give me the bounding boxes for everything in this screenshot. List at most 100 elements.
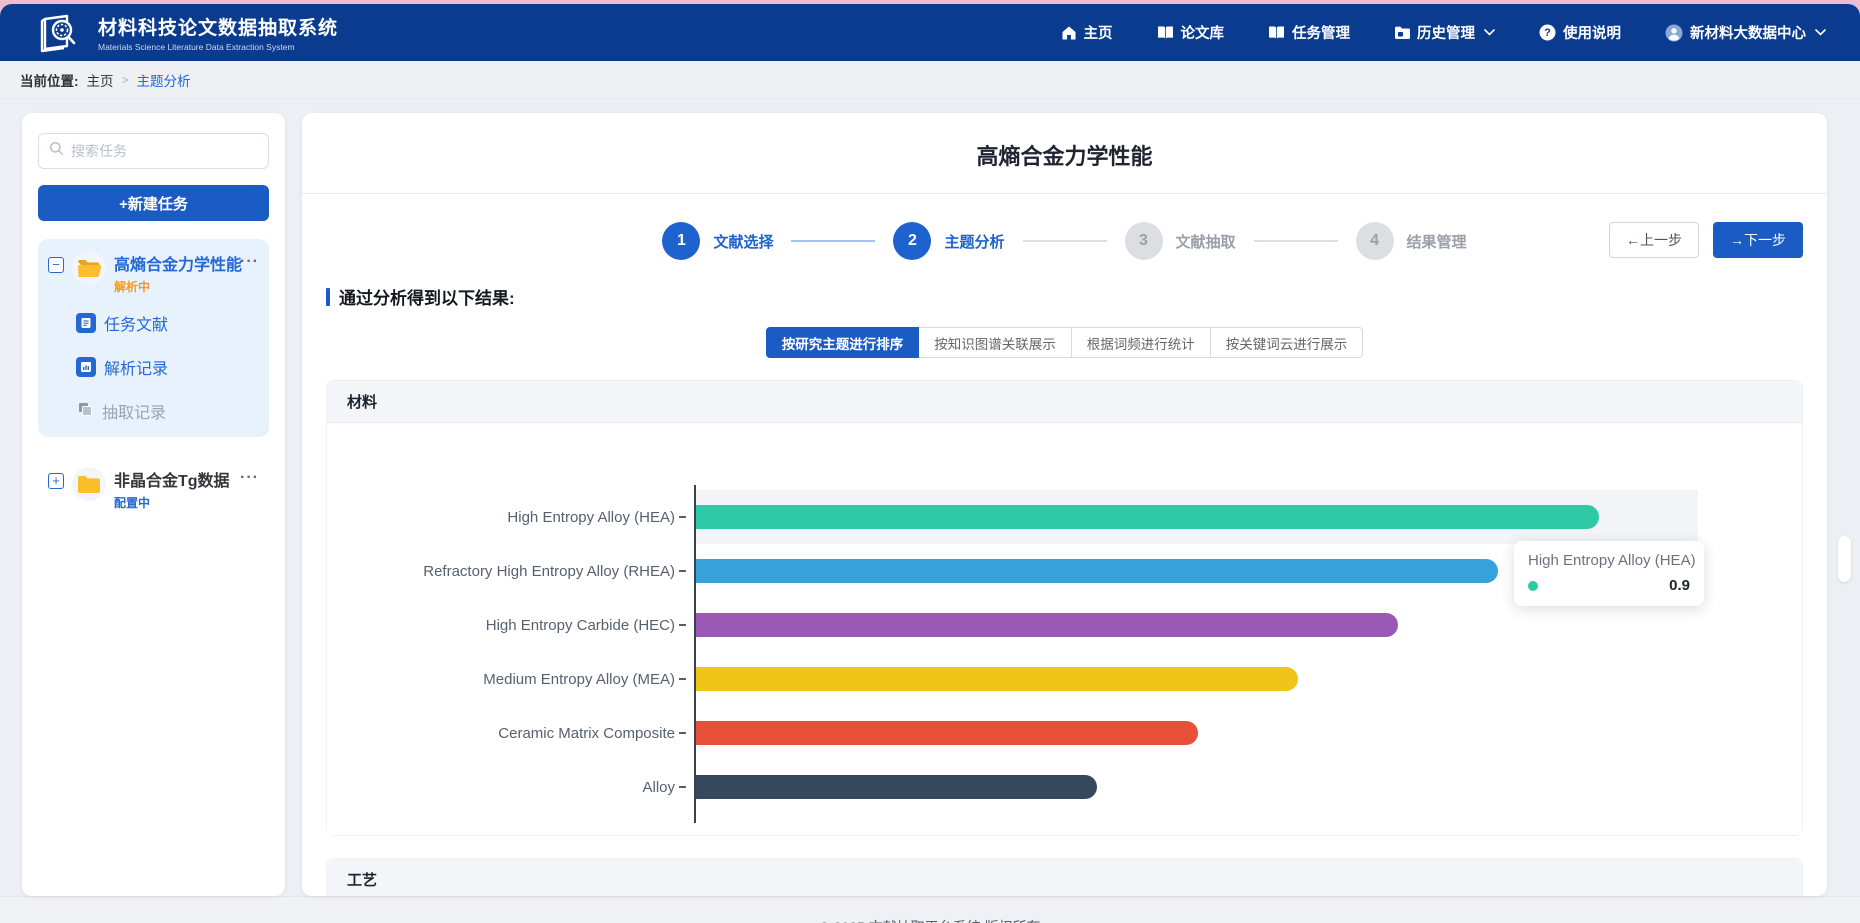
step-label: 主题分析 xyxy=(944,231,1004,252)
chevron-down-icon xyxy=(1815,29,1826,36)
nav-item-history[interactable]: 历史管理 xyxy=(1394,22,1495,43)
chart-tooltip: High Entropy Alloy (HEA) 0.9 xyxy=(1514,541,1704,606)
task-child-label: 解析记录 xyxy=(104,355,168,379)
tab-inactive[interactable]: 根据词频进行统计 xyxy=(1072,327,1211,358)
task-name[interactable]: 高熵合金力学性能 xyxy=(114,251,232,275)
nav-item-home[interactable]: 主页 xyxy=(1061,22,1113,43)
step-connector xyxy=(791,240,875,242)
stepper-row: 1文献选择2主题分析3文献抽取4结果管理 ←上一步 →下一步 xyxy=(326,208,1803,274)
step-connector xyxy=(1254,240,1338,242)
content-area: +新建任务 − 高熵合金力学性能解析中 ··· 任务文献解析记录抽取记录 + 非晶合金Tg… xyxy=(0,99,1860,896)
task-child-doc[interactable]: 任务文献 xyxy=(76,311,259,335)
section-materials: 材料 High Entropy Alloy (HEA)Refractory Hi… xyxy=(326,380,1803,836)
nav-item-help[interactable]: ? 使用说明 xyxy=(1539,22,1621,43)
breadcrumb: 当前位置: 主页 > 主题分析 xyxy=(0,61,1860,99)
nav-item-label: 使用说明 xyxy=(1563,22,1621,43)
app-brand: 材料科技论文数据抽取系统 Materials Science Literatur… xyxy=(40,13,338,53)
task-row[interactable]: + 非晶合金Tg数据配置中 ··· xyxy=(48,467,259,511)
tooltip-series-dot xyxy=(1528,581,1538,591)
step-2: 2 主题分析 xyxy=(893,222,1004,260)
step-connector xyxy=(1023,240,1107,242)
task-info: 非晶合金Tg数据配置中 xyxy=(114,467,232,511)
task-info: 高熵合金力学性能解析中 xyxy=(114,251,232,295)
step-label: 结果管理 xyxy=(1407,231,1467,252)
task-more-menu-icon[interactable]: ··· xyxy=(240,469,259,487)
task-child-chart[interactable]: 解析记录 xyxy=(76,355,259,379)
scrollbar-thumb[interactable] xyxy=(1838,536,1851,582)
nav-item-tasks[interactable]: 任务管理 xyxy=(1268,22,1350,43)
expand-icon[interactable]: + xyxy=(48,473,64,489)
step-4: 4 结果管理 xyxy=(1356,222,1467,260)
tooltip-value: 0.9 xyxy=(1669,577,1690,594)
chart-row[interactable]: Alloy xyxy=(327,760,1802,814)
next-step-button[interactable]: →下一步 xyxy=(1713,222,1803,258)
task-more-menu-icon[interactable]: ··· xyxy=(240,253,259,271)
chart-row[interactable]: Ceramic Matrix Composite xyxy=(327,706,1802,760)
tab-inactive[interactable]: 按知识图谱关联展示 xyxy=(919,327,1072,358)
axis-tick xyxy=(679,570,686,572)
task-row[interactable]: − 高熵合金力学性能解析中 ··· xyxy=(48,251,259,295)
tab-inactive[interactable]: 按关键词云进行展示 xyxy=(1211,327,1364,358)
chart-row[interactable]: High Entropy Carbide (HEC) xyxy=(327,598,1802,652)
materials-bar-chart: High Entropy Alloy (HEA)Refractory High … xyxy=(327,423,1802,835)
chart-row[interactable]: Medium Entropy Alloy (MEA) xyxy=(327,652,1802,706)
help-icon: ? xyxy=(1539,24,1556,41)
user-icon xyxy=(1665,24,1683,42)
nav-item-user[interactable]: 新材料大数据中心 xyxy=(1665,22,1826,43)
chart-category-label: High Entropy Alloy (HEA) xyxy=(327,509,679,526)
step-number: 2 xyxy=(893,222,931,260)
app-title: 材料科技论文数据抽取系统 xyxy=(98,13,338,40)
folder-open-icon xyxy=(72,251,106,285)
brand-text: 材料科技论文数据抽取系统 Materials Science Literatur… xyxy=(98,13,338,52)
bar[interactable] xyxy=(696,613,1398,637)
breadcrumb-prefix: 当前位置: xyxy=(20,70,79,90)
copy-icon xyxy=(76,400,94,423)
bar[interactable] xyxy=(696,775,1097,799)
task-sidebar: +新建任务 − 高熵合金力学性能解析中 ··· 任务文献解析记录抽取记录 + 非晶合金Tg… xyxy=(22,113,285,896)
title-divider xyxy=(302,193,1827,194)
chart-row[interactable]: High Entropy Alloy (HEA) xyxy=(327,490,1802,544)
app-subtitle: Materials Science Literature Data Extrac… xyxy=(98,42,338,52)
search-input[interactable] xyxy=(71,143,258,159)
folder-closed-icon xyxy=(72,467,106,501)
tab-active[interactable]: 按研究主题进行排序 xyxy=(766,327,920,358)
task-child-label: 任务文献 xyxy=(104,311,168,335)
top-navbar: 材料科技论文数据抽取系统 Materials Science Literatur… xyxy=(0,4,1860,61)
new-task-button[interactable]: +新建任务 xyxy=(38,185,269,221)
nav-item-label: 主页 xyxy=(1084,22,1113,43)
bar[interactable] xyxy=(696,559,1498,583)
nav-item-library[interactable]: 论文库 xyxy=(1157,22,1225,43)
tooltip-title: High Entropy Alloy (HEA) xyxy=(1528,552,1690,569)
library-icon xyxy=(1157,25,1174,40)
task-status-badge: 配置中 xyxy=(114,494,232,511)
chart-category-label: High Entropy Carbide (HEC) xyxy=(327,617,679,634)
footer: © 2025 文献抽取平台系统 版权所有 xyxy=(0,896,1860,923)
task-child-label: 抽取记录 xyxy=(102,399,166,423)
doc-icon xyxy=(76,313,96,333)
prev-step-button[interactable]: ←上一步 xyxy=(1609,222,1699,258)
nav-item-label: 新材料大数据中心 xyxy=(1690,22,1806,43)
nav-item-label: 任务管理 xyxy=(1292,22,1350,43)
section-materials-title: 材料 xyxy=(327,381,1802,423)
step-3: 3文献抽取 xyxy=(1125,222,1236,260)
task-status-badge: 解析中 xyxy=(114,278,232,295)
axis-tick xyxy=(679,732,686,734)
history-icon xyxy=(1394,25,1410,40)
bar[interactable] xyxy=(696,721,1198,745)
copyright-text: © 2025 文献抽取平台系统 版权所有 xyxy=(819,919,1040,923)
collapse-icon[interactable]: − xyxy=(48,257,64,273)
task-name[interactable]: 非晶合金Tg数据 xyxy=(114,467,232,491)
step-number: 4 xyxy=(1356,222,1394,260)
task-child-copy: 抽取记录 xyxy=(76,399,259,423)
breadcrumb-home-link[interactable]: 主页 xyxy=(87,70,114,90)
section-process-title: 工艺 xyxy=(327,859,1802,896)
bar[interactable] xyxy=(696,505,1599,529)
step-label: 文献抽取 xyxy=(1176,231,1236,252)
section-process: 工艺 xyxy=(326,858,1803,896)
chart-category-label: Medium Entropy Alloy (MEA) xyxy=(327,671,679,688)
app-window: 材料科技论文数据抽取系统 Materials Science Literatur… xyxy=(0,4,1860,923)
axis-tick xyxy=(679,624,686,626)
bar[interactable] xyxy=(696,667,1298,691)
axis-tick xyxy=(679,786,686,788)
axis-tick xyxy=(679,516,686,518)
